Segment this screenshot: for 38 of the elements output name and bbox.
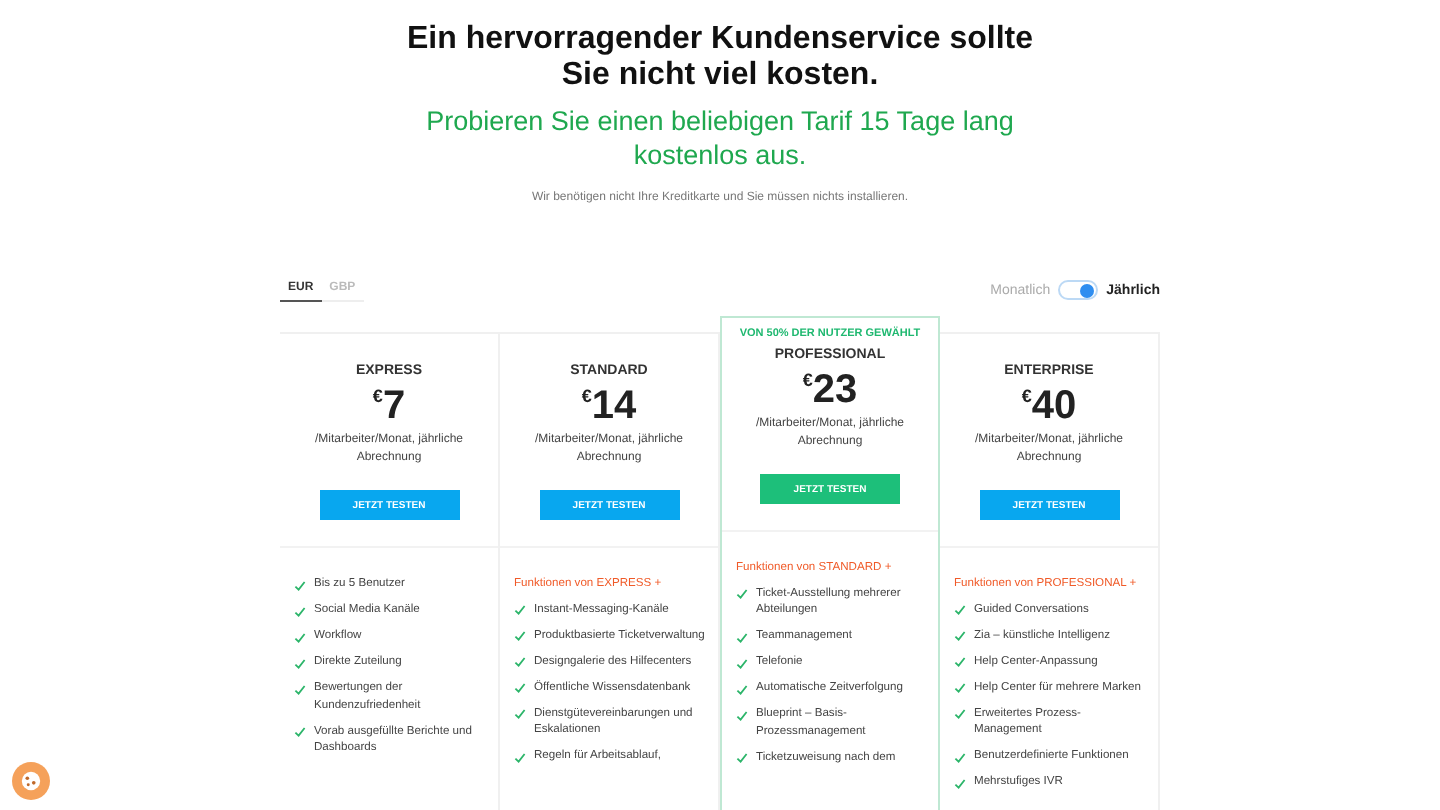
check-icon [954, 682, 966, 694]
check-icon [954, 656, 966, 668]
currency-symbol: € [802, 370, 813, 390]
currency-symbol: € [372, 386, 383, 406]
check-icon [736, 657, 748, 669]
check-icon [954, 708, 966, 720]
plan-price: 40 [1031, 384, 1077, 428]
cookie-button[interactable] [12, 762, 50, 800]
headline: Ein hervorragender Kundenservice sollte Sie nicht viel kosten. [405, 22, 1035, 94]
check-icon [514, 708, 526, 720]
check-icon [954, 604, 966, 616]
check-icon [954, 630, 966, 642]
check-icon [736, 752, 748, 764]
check-icon [514, 604, 526, 616]
check-icon [736, 683, 748, 695]
check-icon [514, 656, 526, 668]
check-icon [294, 579, 306, 591]
check-icon [514, 630, 526, 642]
check-icon [294, 683, 306, 695]
currency-symbol: € [1021, 386, 1032, 406]
check-icon [294, 726, 306, 738]
plan-price: 23 [812, 368, 858, 412]
check-icon [514, 682, 526, 694]
check-icon [294, 605, 306, 617]
check-icon [736, 709, 748, 721]
check-icon [514, 751, 526, 763]
check-icon [954, 751, 966, 763]
cookie-icon [20, 770, 42, 792]
currency-symbol: € [581, 386, 592, 406]
check-icon [736, 631, 748, 643]
subheadline: Probieren Sie einen beliebigen Tarif 15 Tage lang kostenlos aus. [424, 104, 1016, 172]
check-icon [954, 777, 966, 789]
check-icon [294, 631, 306, 643]
check-icon [294, 657, 306, 669]
billing-toggle[interactable] [1058, 280, 1099, 300]
plan-price: 7 [382, 384, 406, 428]
plan-price: 14 [591, 384, 637, 428]
check-icon [736, 588, 748, 600]
